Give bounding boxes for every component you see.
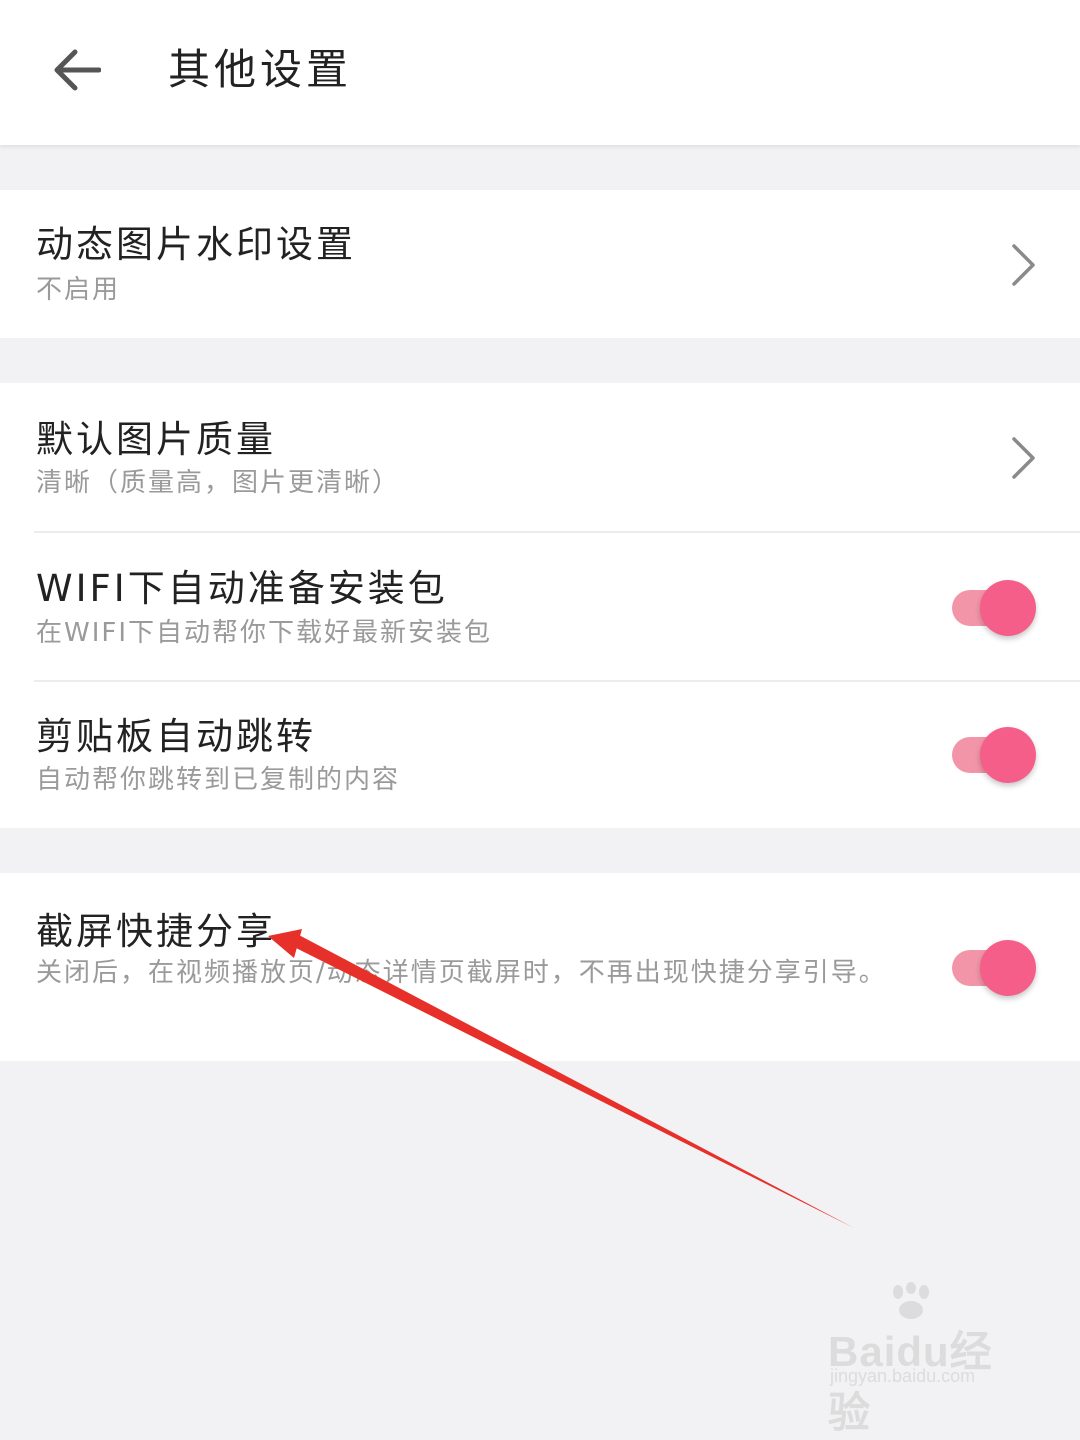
toggle-knob — [980, 940, 1036, 996]
toggle-knob — [980, 580, 1036, 636]
setting-title: 默认图片质量 — [36, 418, 276, 461]
page-title: 其他设置 — [168, 45, 353, 94]
clipboard-jump-toggle[interactable] — [948, 724, 1040, 786]
toggle-knob — [980, 727, 1036, 783]
setting-row-clipboard-jump: 剪贴板自动跳转 自动帮你跳转到已复制的内容 — [0, 682, 1080, 828]
setting-row-image-quality[interactable]: 默认图片质量 清晰（质量高，图片更清晰） — [0, 383, 1080, 533]
setting-title: 截屏快捷分享 — [36, 910, 276, 953]
setting-row-screenshot-share: 截屏快捷分享 关闭后，在视频播放页/动态详情页截屏时，不再出现快捷分享引导。 — [0, 873, 1080, 1061]
settings-group-share: 截屏快捷分享 关闭后，在视频播放页/动态详情页截屏时，不再出现快捷分享引导。 — [0, 873, 1080, 1061]
setting-row-watermark[interactable]: 动态图片水印设置 不启用 — [0, 190, 1080, 338]
watermark-url-text: jingyan.baidu.com — [830, 1366, 976, 1386]
setting-title: 剪贴板自动跳转 — [36, 715, 316, 758]
setting-row-wifi-auto-download: WIFI下自动准备安装包 在WIFI下自动帮你下载好最新安装包 — [0, 533, 1080, 682]
setting-subtitle: 关闭后，在视频播放页/动态详情页截屏时，不再出现快捷分享引导。 — [36, 958, 887, 988]
chevron-right-icon — [1012, 437, 1035, 479]
chevron-right-icon — [1012, 244, 1035, 286]
setting-subtitle: 自动帮你跳转到已复制的内容 — [36, 765, 401, 795]
back-button[interactable] — [40, 35, 115, 105]
wifi-auto-download-toggle[interactable] — [948, 577, 1040, 639]
baidu-jingyan-watermark: Baidu经验 jingyan.baidu.com — [828, 1282, 1028, 1436]
screenshot-share-toggle[interactable] — [948, 937, 1040, 999]
back-arrow-icon — [54, 49, 101, 91]
settings-group-watermark: 动态图片水印设置 不启用 — [0, 190, 1080, 338]
setting-subtitle: 在WIFI下自动帮你下载好最新安装包 — [36, 618, 492, 648]
setting-subtitle: 不启用 — [36, 275, 121, 305]
setting-title: 动态图片水印设置 — [36, 223, 356, 266]
setting-title: WIFI下自动准备安装包 — [36, 567, 448, 610]
app-header: 其他设置 — [0, 0, 1080, 145]
settings-group-general: 默认图片质量 清晰（质量高，图片更清晰） WIFI下自动准备安装包 在WIFI下… — [0, 383, 1080, 828]
paw-logo-icon — [893, 1282, 929, 1319]
setting-subtitle: 清晰（质量高，图片更清晰） — [36, 468, 401, 498]
